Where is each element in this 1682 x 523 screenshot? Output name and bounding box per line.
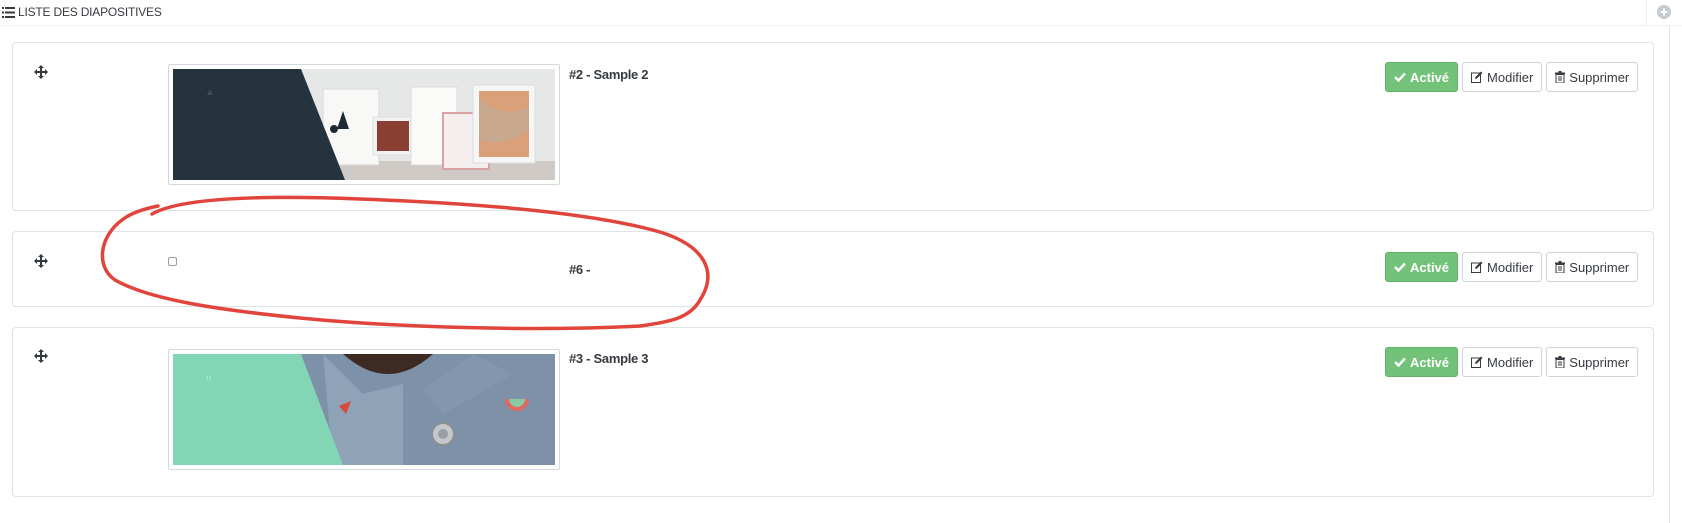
- edit-button[interactable]: Modifier: [1462, 252, 1543, 282]
- trash-icon: [1555, 261, 1566, 273]
- edit-button[interactable]: Modifier: [1462, 347, 1543, 377]
- delete-button[interactable]: Supprimer: [1546, 347, 1639, 377]
- status-active-button[interactable]: Activé: [1385, 347, 1459, 377]
- status-active-button[interactable]: Activé: [1385, 252, 1459, 282]
- edit-icon: [1471, 261, 1483, 273]
- slide-actions: Activé Modifier Supprimer: [1385, 347, 1639, 377]
- trash-icon: [1555, 356, 1566, 368]
- delete-button[interactable]: Supprimer: [1546, 252, 1639, 282]
- status-label: Activé: [1410, 259, 1450, 275]
- status-active-button[interactable]: Activé: [1385, 62, 1459, 92]
- scroll-rail: [1669, 26, 1670, 523]
- edit-label: Modifier: [1487, 354, 1534, 370]
- slide-title: #6 -: [569, 262, 591, 277]
- status-label: Activé: [1410, 354, 1450, 370]
- check-icon: [1394, 72, 1406, 82]
- edit-button[interactable]: Modifier: [1462, 62, 1543, 92]
- delete-label: Supprimer: [1569, 69, 1630, 85]
- panel-title: LISTE DES DIAPOSITIVES: [18, 5, 162, 19]
- slide-item: " #3 - Sample 3 Activé Modifier Supprime…: [12, 327, 1654, 497]
- slide-title: #3 - Sample 3: [569, 351, 649, 366]
- edit-label: Modifier: [1487, 69, 1534, 85]
- edit-icon: [1471, 71, 1483, 83]
- svg-text:": ": [205, 372, 212, 391]
- edit-label: Modifier: [1487, 259, 1534, 275]
- slide-thumbnail: ": [168, 349, 560, 470]
- trash-icon: [1555, 71, 1566, 83]
- delete-button[interactable]: Supprimer: [1546, 62, 1639, 92]
- slide-thumbnail: [168, 64, 560, 185]
- delete-label: Supprimer: [1569, 354, 1630, 370]
- plus-circle-icon[interactable]: [1657, 5, 1671, 19]
- edit-icon: [1471, 356, 1483, 368]
- slide-actions: Activé Modifier Supprimer: [1385, 252, 1639, 282]
- panel-tools: [1646, 0, 1682, 26]
- slide-actions: Activé Modifier Supprimer: [1385, 62, 1639, 92]
- status-label: Activé: [1410, 69, 1450, 85]
- slide-item: #2 - Sample 2 Activé Modifier Supprimer: [12, 42, 1654, 211]
- move-icon[interactable]: [34, 254, 48, 268]
- move-icon[interactable]: [34, 65, 48, 79]
- check-icon: [1394, 262, 1406, 272]
- slide-image: [173, 69, 555, 180]
- panel-heading: LISTE DES DIAPOSITIVES: [0, 0, 1682, 26]
- slide-item: #6 - Activé Modifier Supprimer: [12, 231, 1654, 307]
- move-icon[interactable]: [34, 349, 48, 363]
- slide-image: ": [173, 354, 555, 465]
- broken-image-icon: [168, 257, 177, 266]
- list-icon: [2, 7, 15, 18]
- slide-title: #2 - Sample 2: [569, 67, 649, 82]
- delete-label: Supprimer: [1569, 259, 1630, 275]
- check-icon: [1394, 357, 1406, 367]
